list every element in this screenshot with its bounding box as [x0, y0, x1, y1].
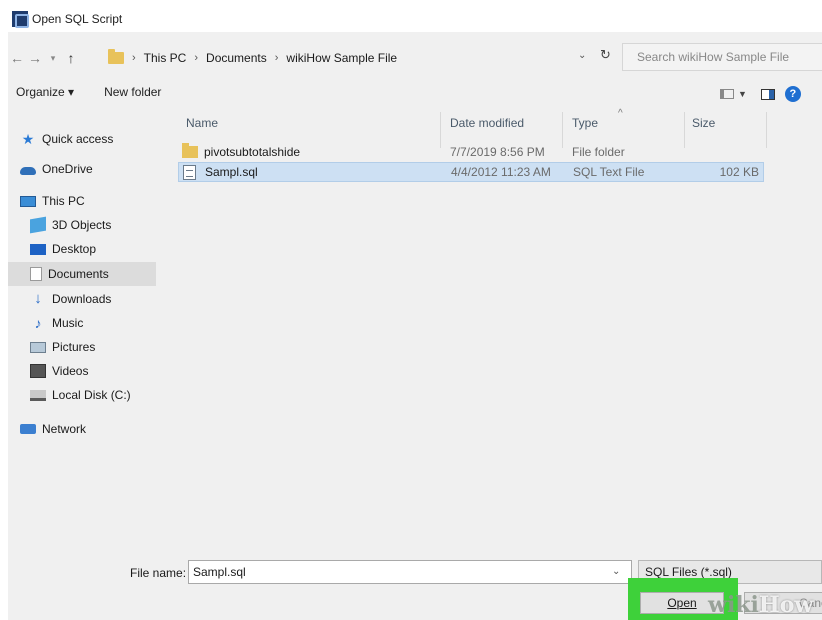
navigation-pane: ★ Quick access OneDrive This PC 3D Objec…	[8, 110, 166, 550]
chevron-down-icon[interactable]: ⌄	[612, 566, 620, 577]
chevron-right-icon: ›	[274, 52, 279, 64]
window-title: Open SQL Script	[32, 12, 123, 26]
nav-label: Pictures	[52, 340, 96, 354]
up-icon[interactable]: ↑	[62, 50, 80, 66]
cube-icon	[30, 216, 46, 234]
nav-label: Quick access	[42, 132, 114, 146]
cloud-icon	[20, 167, 36, 175]
watermark-how: How	[758, 592, 814, 618]
nav-label: Music	[52, 316, 84, 330]
toolbar: Organize ▾ New folder ▼ ?	[8, 78, 822, 106]
sql-file-icon	[183, 165, 196, 180]
organize-button[interactable]: Organize ▾	[16, 85, 74, 99]
folder-icon	[108, 49, 124, 64]
breadcrumb-current[interactable]: wikiHow Sample File	[286, 51, 397, 65]
file-row-folder[interactable]: pivotsubtotalshide 7/7/2019 8:56 PM File…	[178, 142, 764, 162]
column-header-size[interactable]: Size	[692, 116, 715, 130]
search-input[interactable]: Search wikiHow Sample File	[622, 43, 822, 71]
nav-label: Desktop	[52, 242, 97, 256]
nav-label: OneDrive	[42, 162, 93, 176]
watermark-wiki: wiki	[708, 592, 759, 618]
nav-network[interactable]: Network	[20, 422, 86, 436]
breadcrumb-documents[interactable]: Documents	[206, 51, 267, 65]
video-icon	[30, 364, 46, 378]
title-bar: Open SQL Script	[8, 6, 822, 32]
music-note-icon: ♪	[34, 315, 42, 331]
column-divider[interactable]	[766, 112, 767, 148]
file-name-label: File name:	[130, 566, 187, 580]
download-arrow-icon: ↓	[34, 290, 42, 307]
nav-label: Documents	[48, 267, 109, 281]
back-icon[interactable]: ←	[8, 50, 26, 66]
computer-icon	[20, 195, 36, 207]
nav-downloads[interactable]: ↓ Downloads	[30, 290, 112, 307]
chevron-down-icon[interactable]: ▼	[738, 89, 747, 99]
network-icon	[20, 424, 36, 434]
file-date: 7/7/2019 8:56 PM	[450, 145, 545, 159]
folder-icon	[182, 143, 198, 158]
file-name: Sampl.sql	[205, 165, 258, 179]
chevron-down-icon[interactable]: ⌄	[578, 50, 586, 61]
nav-label: Local Disk (C:)	[52, 388, 131, 402]
file-type: SQL Text File	[573, 165, 645, 179]
nav-desktop[interactable]: Desktop	[30, 242, 96, 256]
chevron-right-icon: ›	[194, 52, 199, 64]
nav-pictures[interactable]: Pictures	[30, 340, 95, 354]
star-icon: ★	[21, 131, 35, 147]
refresh-icon[interactable]: ↻	[600, 47, 611, 63]
nav-label: This PC	[42, 194, 85, 208]
nav-videos[interactable]: Videos	[30, 364, 88, 378]
picture-icon	[30, 341, 46, 353]
nav-3d-objects[interactable]: 3D Objects	[30, 216, 112, 234]
preview-pane-icon[interactable]	[760, 88, 775, 100]
file-name: pivotsubtotalshide	[204, 145, 301, 159]
drive-icon	[30, 389, 46, 401]
open-label: Open	[667, 596, 697, 610]
file-name-input[interactable]: Sampl.sql	[188, 560, 632, 584]
forward-icon[interactable]: →	[26, 50, 44, 66]
desktop-icon	[30, 243, 46, 255]
nav-documents[interactable]: Documents	[8, 262, 156, 286]
view-controls: ▼ ?	[720, 86, 801, 102]
address-row: ← → ▾ ↑ › This PC › Documents › wikiHow …	[8, 40, 822, 76]
recent-locations-icon[interactable]: ▾	[44, 53, 62, 64]
nav-onedrive[interactable]: OneDrive	[20, 162, 93, 176]
column-header-name[interactable]: Name	[186, 116, 218, 130]
view-options-icon[interactable]	[720, 89, 734, 99]
nav-label: Network	[42, 422, 87, 436]
file-size: 102 KB	[719, 165, 759, 179]
open-dialog: Open SQL Script ← → ▾ ↑ › This PC › Docu…	[8, 6, 822, 620]
breadcrumb-this-pc[interactable]: This PC	[144, 51, 187, 65]
file-row-selected[interactable]: Sampl.sql 4/4/2012 11:23 AM SQL Text Fil…	[178, 162, 764, 182]
document-icon	[30, 267, 42, 281]
new-folder-button[interactable]: New folder	[104, 85, 161, 99]
nav-label: 3D Objects	[52, 218, 112, 232]
nav-label: Downloads	[52, 292, 112, 306]
file-list: Name Date modified ^ Type Size pivotsubt…	[166, 108, 822, 550]
file-type: File folder	[572, 145, 625, 159]
nav-this-pc[interactable]: This PC	[20, 194, 85, 208]
wikihow-watermark: wikiHow	[708, 592, 813, 618]
nav-local-disk[interactable]: Local Disk (C:)	[30, 388, 131, 402]
column-header-date[interactable]: Date modified	[450, 116, 524, 130]
nav-quick-access[interactable]: ★ Quick access	[20, 131, 114, 147]
nav-music[interactable]: ♪ Music	[30, 315, 84, 331]
sort-up-icon: ^	[618, 108, 623, 119]
nav-label: Videos	[52, 364, 89, 378]
help-icon[interactable]: ?	[784, 86, 801, 102]
chevron-right-icon: ›	[132, 52, 136, 64]
column-header-type[interactable]: Type	[572, 116, 598, 130]
app-icon	[12, 11, 29, 28]
address-bar[interactable]: › This PC › Documents › wikiHow Sample F…	[108, 46, 618, 70]
file-date: 4/4/2012 11:23 AM	[451, 165, 551, 179]
bottom-bar: File name: Sampl.sql ⌄ SQL Files (*.sql)…	[8, 550, 822, 620]
